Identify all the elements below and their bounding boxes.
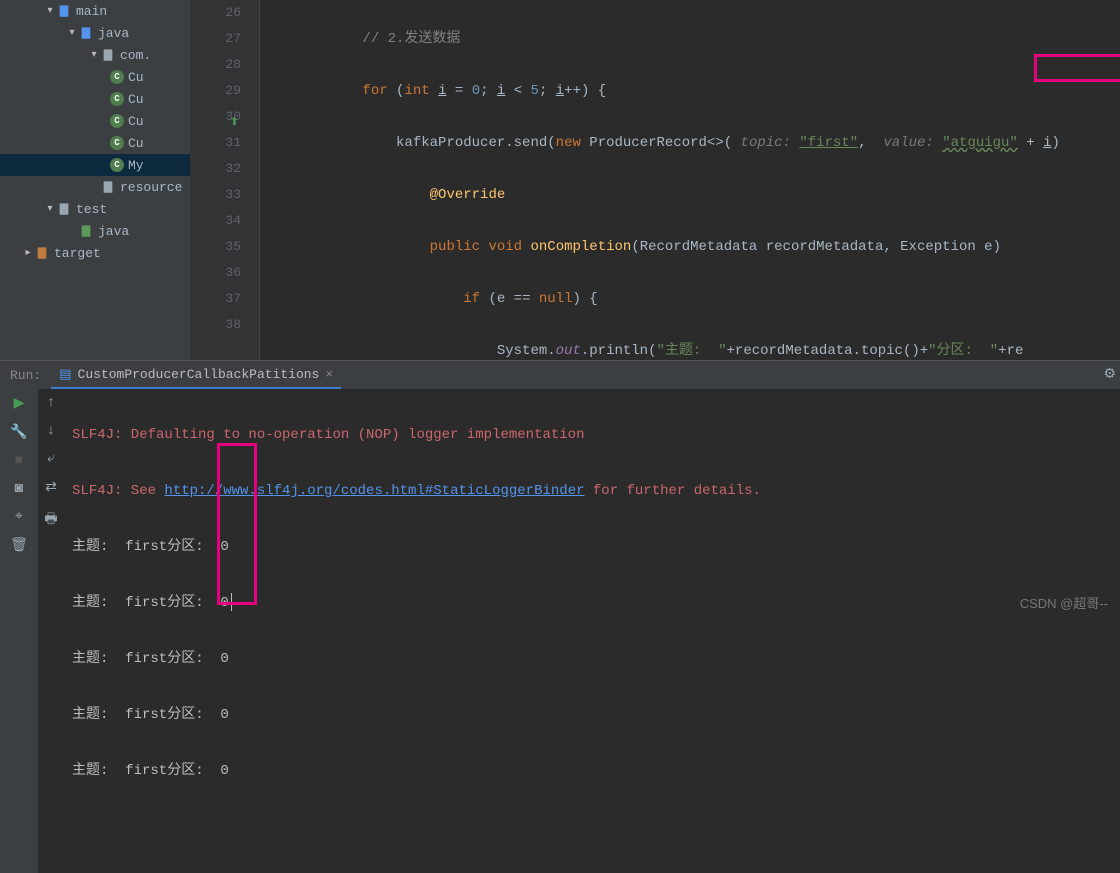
close-icon[interactable]: × xyxy=(325,367,333,382)
tree-java[interactable]: ▾▇java xyxy=(0,22,190,44)
gutter: 26 27 28 29 30⬆ 31 32 33 34 35 36 37 38 xyxy=(190,0,260,360)
highlight-box xyxy=(217,443,257,605)
tree-test[interactable]: ▾▇test xyxy=(0,198,190,220)
console-link[interactable]: http://www.slf4j.org/codes.html#StaticLo… xyxy=(164,483,584,499)
tree-class[interactable]: CCu xyxy=(0,66,190,88)
tree-java2[interactable]: ▇java xyxy=(0,220,190,242)
folder-icon: ▇ xyxy=(56,201,72,217)
class-icon: C xyxy=(110,158,124,172)
gear-icon[interactable]: ⚙ xyxy=(1103,366,1116,383)
wrap-icon[interactable]: ⤶ xyxy=(47,451,55,467)
watermark: CSDN @超哥-- xyxy=(1020,593,1108,612)
bug-icon[interactable]: ⌖ xyxy=(15,509,23,525)
folder-icon: ▇ xyxy=(34,245,50,261)
run-toolbar-left: ▶ 🔧 ■ ◙ ⌖ 🗑 xyxy=(0,389,38,873)
print-icon[interactable]: 🖶 xyxy=(44,508,57,532)
console-line: SLF4J: Defaulting to no-operation (NOP) … xyxy=(72,427,584,443)
filter-icon[interactable]: ⇄ xyxy=(45,479,57,496)
folder-icon: ▇ xyxy=(100,179,116,195)
tree-target[interactable]: ▸▇target xyxy=(0,242,190,264)
tree-com[interactable]: ▾▇com. xyxy=(0,44,190,66)
tree-class[interactable]: CCu xyxy=(0,88,190,110)
folder-icon: ▇ xyxy=(56,3,72,19)
tree-class[interactable]: CCu xyxy=(0,132,190,154)
code-area[interactable]: // 2.发送数据 for (int i = 0; i < 5; i++) { … xyxy=(260,0,1120,360)
caret xyxy=(231,593,232,611)
run-tab[interactable]: ▤ CustomProducerCallbackPatitions × xyxy=(51,361,341,389)
class-icon: C xyxy=(110,136,124,150)
class-icon: C xyxy=(110,70,124,84)
run-toolbar-inner: ↑ ↓ ⤶ ⇄ 🖶 xyxy=(38,389,64,873)
folder-icon: ▇ xyxy=(78,25,94,41)
class-icon: C xyxy=(110,114,124,128)
project-tree[interactable]: ▾▇main ▾▇java ▾▇com. CCu CCu CCu CCu CMy… xyxy=(0,0,190,360)
console-line: SLF4J: See xyxy=(72,483,164,499)
tree-class-selected[interactable]: CMy xyxy=(0,154,190,176)
run-header: Run: ▤ CustomProducerCallbackPatitions × xyxy=(0,361,1120,389)
tree-main[interactable]: ▾▇main xyxy=(0,0,190,22)
code-editor[interactable]: 26 27 28 29 30⬆ 31 32 33 34 35 36 37 38 … xyxy=(190,0,1120,360)
camera-icon[interactable]: ◙ xyxy=(15,481,23,497)
stop-icon[interactable]: ■ xyxy=(15,453,23,469)
tree-resources[interactable]: ▇resource xyxy=(0,176,190,198)
trash-icon[interactable]: 🗑 xyxy=(10,537,28,554)
wrench-icon[interactable]: 🔧 xyxy=(10,424,27,441)
run-label: Run: xyxy=(0,368,51,383)
app-icon: ▤ xyxy=(59,367,71,382)
package-icon: ▇ xyxy=(100,47,116,63)
tree-class[interactable]: CCu xyxy=(0,110,190,132)
console-line: 主题: first分区: 0 xyxy=(72,757,1112,785)
class-icon: C xyxy=(110,92,124,106)
folder-icon: ▇ xyxy=(78,223,94,239)
console-line: 主题: first分区: 0 xyxy=(72,533,1112,561)
console-line: 主题: first分区: 0 xyxy=(72,589,1112,617)
rerun-icon[interactable]: ▶ xyxy=(14,395,25,412)
down-icon[interactable]: ↓ xyxy=(47,423,55,439)
up-icon[interactable]: ↑ xyxy=(47,395,55,411)
console-output[interactable]: SLF4J: Defaulting to no-operation (NOP) … xyxy=(64,389,1120,873)
console-line: 主题: first分区: 0 xyxy=(72,701,1112,729)
console-line: 主题: first分区: 0 xyxy=(72,645,1112,673)
